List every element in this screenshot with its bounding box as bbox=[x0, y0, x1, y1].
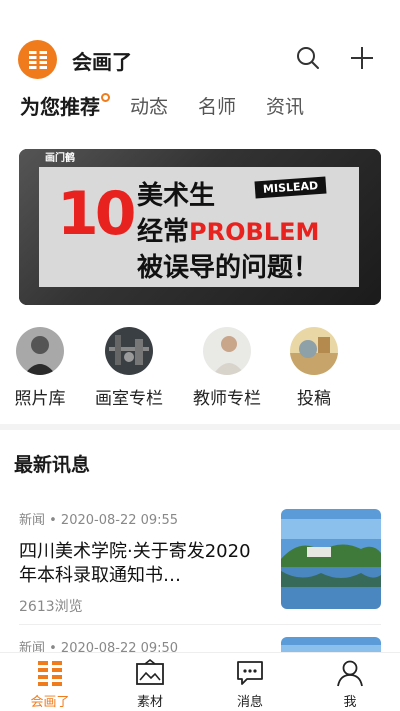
picture-frame-icon bbox=[135, 658, 165, 687]
nav-home[interactable]: 会画了 bbox=[10, 659, 90, 710]
news-title: 四川美术学院·关于寄发2020年本科录取通知书… bbox=[19, 541, 251, 586]
nav-label: 我 bbox=[343, 695, 357, 710]
tab-teachers[interactable]: 名师 bbox=[198, 93, 236, 123]
app-header: 会画了 bbox=[0, 38, 400, 82]
nav-label: 消息 bbox=[236, 695, 263, 710]
nav-materials[interactable]: 素材 bbox=[110, 658, 190, 710]
category-label: 投稿 bbox=[297, 389, 331, 409]
section-divider bbox=[0, 424, 400, 430]
category-label: 照片库 bbox=[14, 389, 66, 409]
banner-number: 10 bbox=[57, 179, 136, 249]
tab-recommended[interactable]: 为您推荐 bbox=[20, 93, 110, 123]
tab-updates[interactable]: 动态 bbox=[130, 93, 168, 123]
tab-label: 为您推荐 bbox=[20, 95, 100, 119]
nav-profile[interactable]: 我 bbox=[310, 659, 390, 710]
nav-label: 素材 bbox=[136, 695, 163, 710]
news-item[interactable]: 新闻 • 2020-08-22 09:55 四川美术学院·关于寄发2020年本科… bbox=[19, 509, 381, 616]
news-separator bbox=[19, 624, 381, 625]
category-label: 画室专栏 bbox=[95, 389, 163, 409]
nav-label: 会画了 bbox=[30, 695, 70, 710]
category-label: 教师专栏 bbox=[193, 389, 261, 409]
category-submit[interactable]: 投稿 bbox=[269, 327, 359, 409]
photo-library-avatar bbox=[16, 327, 64, 375]
category-teacher-column[interactable]: 教师专栏 bbox=[182, 327, 272, 409]
studio-column-avatar bbox=[105, 327, 153, 375]
banner-line-3: 被误导的问题！ bbox=[137, 253, 320, 283]
tab-news[interactable]: 资讯 bbox=[266, 93, 304, 123]
teacher-column-avatar bbox=[203, 327, 251, 375]
news-thumbnail bbox=[281, 509, 381, 609]
banner-corner-text: 画门鹤 bbox=[45, 153, 75, 164]
category-photo-library[interactable]: 照片库 bbox=[0, 327, 85, 409]
category-studio-column[interactable]: 画室专栏 bbox=[84, 327, 174, 409]
app-title: 会画了 bbox=[72, 50, 132, 74]
home-logo-icon bbox=[35, 659, 65, 687]
banner-line-2: 经常PROBLEM bbox=[137, 211, 319, 248]
banner-line-2-prefix: 经常 bbox=[137, 217, 190, 247]
category-shortcuts: 照片库 画室专栏 教师专栏 投稿 bbox=[0, 327, 400, 412]
nav-messages[interactable]: 消息 bbox=[210, 659, 290, 710]
banner-line-1: 美术生 bbox=[137, 181, 216, 211]
section-title: 最新讯息 bbox=[14, 454, 91, 476]
submit-avatar bbox=[290, 327, 338, 375]
active-dot-icon bbox=[101, 93, 110, 102]
chat-bubble-icon bbox=[235, 659, 265, 687]
promo-banner[interactable]: 画门鹤 10 美术生 MISLEAD 经常PROBLEM 被误导的问题！ bbox=[19, 149, 381, 305]
app-logo-icon[interactable] bbox=[18, 40, 57, 79]
banner-line-2-en: PROBLEM bbox=[189, 218, 320, 246]
plus-icon[interactable] bbox=[348, 44, 376, 72]
top-tabs: 为您推荐 动态 名师 资讯 bbox=[20, 93, 334, 123]
search-icon[interactable] bbox=[294, 44, 322, 72]
bottom-navigation: 会画了 素材 消息 我 bbox=[0, 652, 400, 711]
user-icon bbox=[335, 659, 365, 687]
